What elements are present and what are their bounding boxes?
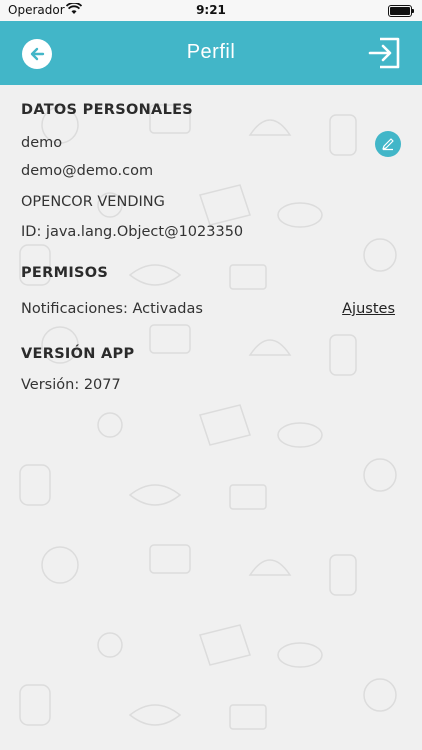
user-id: ID: java.lang.Object@1023350: [21, 224, 244, 240]
logout-icon: [368, 37, 400, 69]
battery-icon: [388, 5, 414, 17]
page-title: Perfil: [186, 41, 236, 63]
permissions-heading: PERMISOS: [21, 265, 109, 281]
user-name: demo: [21, 135, 63, 151]
user-email: demo@demo.com: [21, 163, 154, 179]
clock: 9:21: [196, 3, 226, 17]
app-header: Perfil: [0, 21, 422, 85]
app-version-value: Versión: 2077: [21, 377, 121, 393]
personal-data-heading: DATOS PERSONALES: [21, 102, 194, 118]
background-pattern: [0, 85, 422, 750]
settings-link[interactable]: Ajustes: [342, 301, 395, 317]
pencil-icon: [382, 138, 394, 151]
logout-button[interactable]: [368, 35, 402, 71]
status-bar: Operador 9:21: [0, 0, 422, 21]
notifications-status: Notificaciones: Activadas: [21, 301, 203, 317]
edit-profile-button[interactable]: [375, 131, 401, 157]
user-company: OPENCOR VENDING: [21, 194, 165, 210]
app-version-heading: VERSIÓN APP: [21, 346, 135, 362]
